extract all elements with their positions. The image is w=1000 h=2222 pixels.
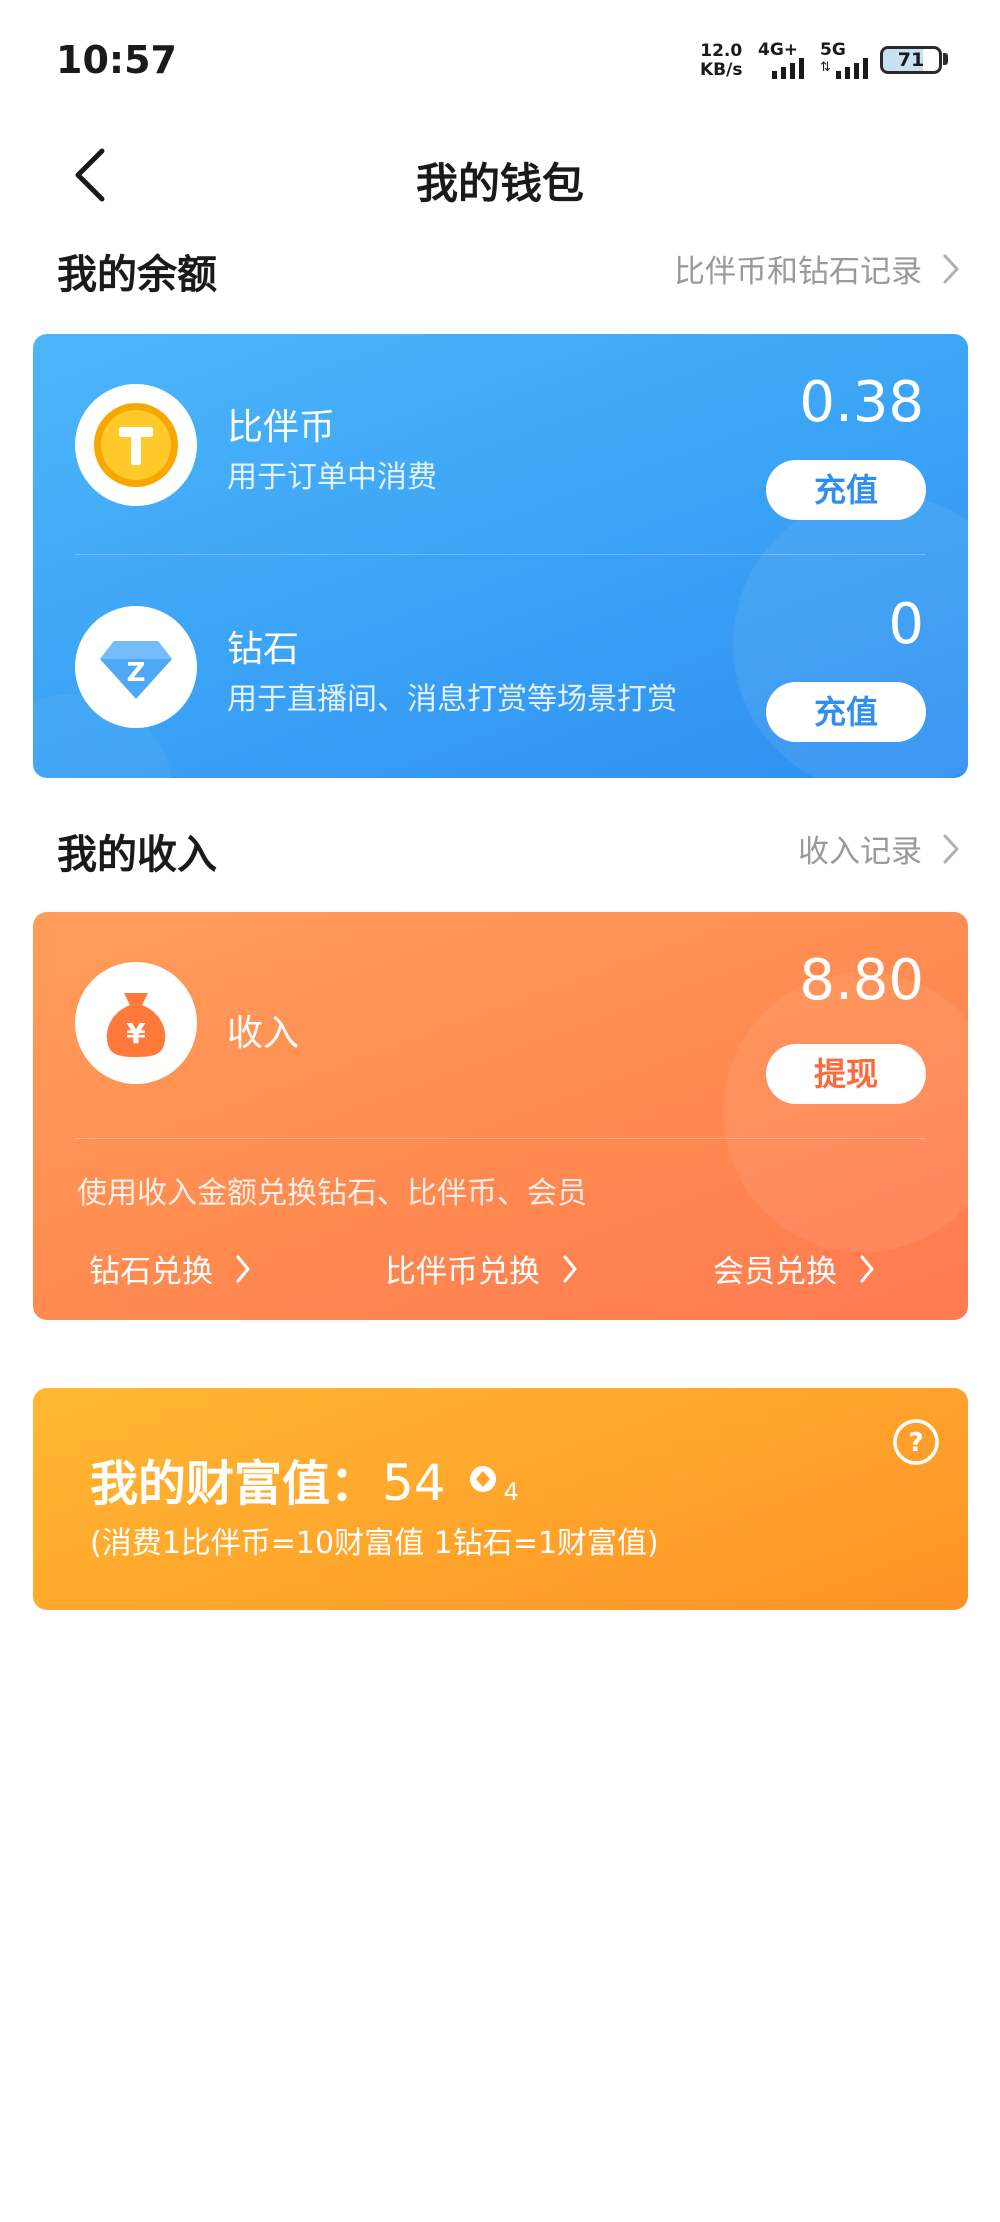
coin-name: 比伴币 xyxy=(227,407,336,448)
vip-exchange-label: 会员兑换 xyxy=(713,1254,837,1290)
page-title: 我的钱包 xyxy=(415,159,584,208)
coin-icon-wrap xyxy=(75,384,197,506)
coin-exchange-label: 比伴币兑换 xyxy=(385,1254,540,1290)
help-icon: ? xyxy=(893,1419,939,1465)
income-records-link[interactable]: 收入记录 xyxy=(798,826,960,871)
signal-4g-label: 4G+ xyxy=(758,40,799,60)
diamond-amount: 0 xyxy=(888,592,924,657)
signal-bars-icon xyxy=(836,58,868,79)
coin-desc: 用于订单中消费 xyxy=(227,460,437,495)
signal-bars-icon xyxy=(772,58,804,79)
income-exchange-desc: 使用收入金额兑换钻石、比伴币、会员 xyxy=(77,1176,587,1211)
chevron-right-icon xyxy=(563,1255,577,1282)
diamond-recharge-button[interactable]: 充值 xyxy=(766,682,926,742)
signal-5g-label: 5G xyxy=(820,40,846,60)
chevron-right-icon xyxy=(860,1255,874,1282)
diamond-exchange-label: 钻石兑换 xyxy=(89,1254,213,1290)
diamond-name: 钻石 xyxy=(227,629,300,670)
coin-recharge-button[interactable]: 充值 xyxy=(766,460,926,520)
diamond-desc: 用于直播间、消息打赏等场景打赏 xyxy=(227,682,677,717)
money-bag-icon-wrap: ¥ xyxy=(75,962,197,1084)
battery-level: 71 xyxy=(897,49,925,71)
coin-icon xyxy=(94,403,178,487)
income-records-link-label: 收入记录 xyxy=(798,834,922,870)
money-bag-icon: ¥ xyxy=(106,993,166,1057)
wealth-title: 我的财富值： xyxy=(90,1456,379,1512)
diamond-exchange-link[interactable]: 钻石兑换 xyxy=(89,1246,251,1291)
balance-section-title: 我的余额 xyxy=(57,252,217,298)
battery-nub xyxy=(943,53,948,65)
svg-text:¥: ¥ xyxy=(126,1017,146,1050)
card-watermark xyxy=(723,972,968,1252)
signal-5g: 5G ⇅ xyxy=(820,40,868,79)
svg-text:?: ? xyxy=(908,1428,923,1458)
chevron-right-icon xyxy=(943,834,959,863)
balance-card: 比伴币 用于订单中消费 0.38 充值 Z 钻石 用于直播间、消息打赏等场景打赏… xyxy=(33,334,968,778)
card-divider xyxy=(75,554,926,555)
income-card: ¥ 收入 8.80 提现 使用收入金额兑换钻石、比伴币、会员 钻石兑换 比伴币兑… xyxy=(33,912,968,1320)
wealth-level-icon xyxy=(469,1466,496,1492)
network-speed-unit: KB/s xyxy=(700,60,743,80)
wealth-value: 54 xyxy=(382,1454,446,1512)
diamond-icon: Z xyxy=(100,641,172,699)
wealth-level: 4 xyxy=(503,1478,519,1506)
network-speed-value: 12.0 xyxy=(700,41,743,61)
chevron-right-icon xyxy=(236,1255,250,1282)
income-amount: 8.80 xyxy=(799,948,924,1013)
card-divider xyxy=(75,1138,926,1139)
wealth-row: 我的财富值： 54 4 xyxy=(90,1444,519,1514)
withdraw-button[interactable]: 提现 xyxy=(766,1044,926,1104)
balance-records-link[interactable]: 比伴币和钻石记录 xyxy=(674,246,960,291)
wealth-note: (消费1比伴币=10财富值 1钻石=1财富值) xyxy=(90,1526,659,1561)
svg-text:Z: Z xyxy=(127,658,146,688)
network-speed: 12.0 KB/s xyxy=(700,42,742,80)
status-time: 10:57 xyxy=(56,38,177,82)
wealth-help-button[interactable]: ? xyxy=(892,1418,940,1466)
income-section-title: 我的收入 xyxy=(57,832,217,878)
vip-exchange-link[interactable]: 会员兑换 xyxy=(713,1246,875,1291)
chevron-right-icon xyxy=(943,254,959,283)
coin-exchange-link[interactable]: 比伴币兑换 xyxy=(385,1246,578,1291)
coin-amount: 0.38 xyxy=(799,370,924,435)
signal-4g: 4G+ xyxy=(758,40,804,79)
wealth-card: 我的财富值： 54 4 (消费1比伴币=10财富值 1钻石=1财富值) ? xyxy=(33,1388,968,1610)
income-name: 收入 xyxy=(227,1013,300,1054)
balance-records-link-label: 比伴币和钻石记录 xyxy=(674,254,922,290)
diamond-icon-wrap: Z xyxy=(75,606,197,728)
data-arrows-icon: ⇅ xyxy=(820,60,831,75)
battery-icon: 71 xyxy=(880,46,942,74)
